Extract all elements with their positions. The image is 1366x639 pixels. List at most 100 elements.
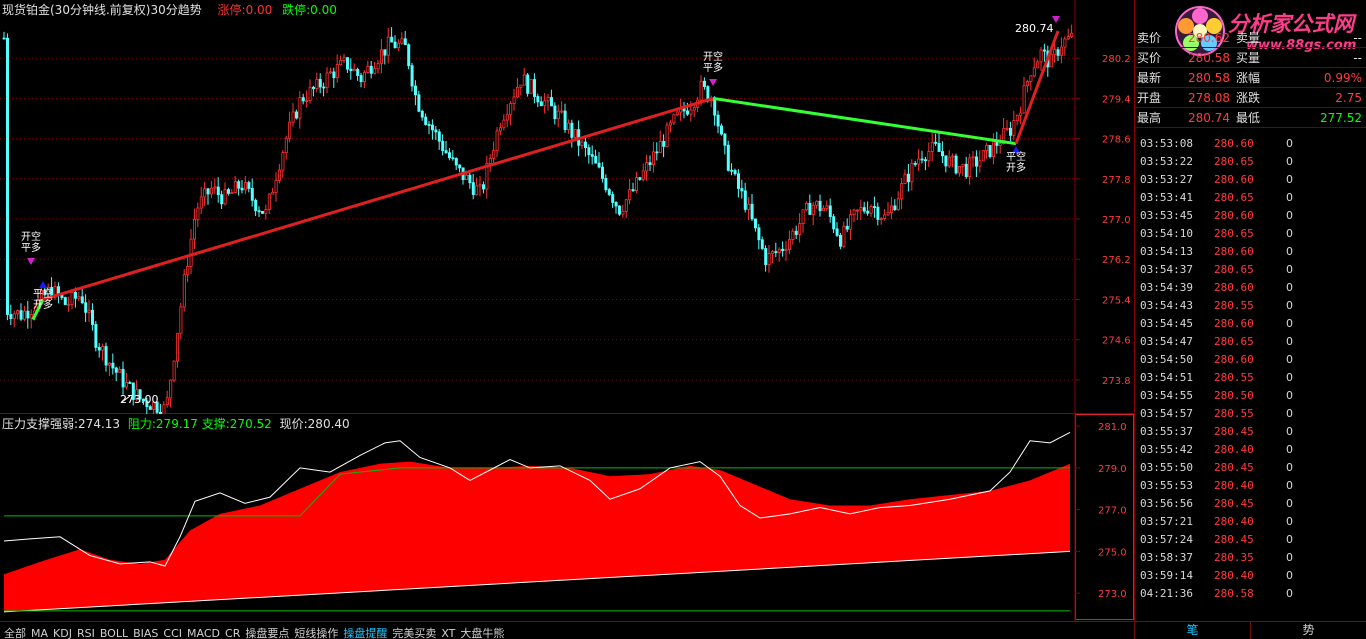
tick-price: 280.60 xyxy=(1214,353,1254,366)
candle-body xyxy=(213,186,217,189)
candle-body xyxy=(410,65,414,87)
candle-body xyxy=(964,163,968,177)
signal-down-icon xyxy=(709,79,717,86)
indicator-tab[interactable]: 完美买卖 xyxy=(390,626,439,639)
candle xyxy=(417,90,421,113)
candle-body xyxy=(604,177,608,191)
candle-body xyxy=(788,239,792,250)
candle-body xyxy=(526,74,530,94)
candle xyxy=(97,343,101,358)
candle xyxy=(301,93,305,105)
candle xyxy=(192,208,196,249)
tick-price: 280.45 xyxy=(1214,425,1254,438)
candle xyxy=(271,188,275,195)
tick-row: 03:58:37 280.35 0 xyxy=(1134,549,1366,567)
candle-body xyxy=(111,362,115,369)
candle xyxy=(128,380,132,384)
candle xyxy=(16,309,20,320)
candle-body xyxy=(172,360,176,381)
indicator-tab[interactable]: CCI xyxy=(161,626,185,639)
candle-body xyxy=(9,314,13,319)
indicator-tab[interactable]: MACD xyxy=(185,626,223,639)
indicator-tab[interactable]: CR xyxy=(223,626,243,639)
tick-row: 04:21:36 280.58 0 xyxy=(1134,585,1366,603)
candle-body xyxy=(108,362,112,366)
candle xyxy=(298,91,302,129)
candlestick-chart[interactable]: 280.2 279.4 278.6 277.8 277.0 276.2 275.4 274.6… xyxy=(0,0,1134,414)
candle-body xyxy=(913,163,917,165)
indicator-tab[interactable]: RSI xyxy=(75,626,98,639)
indicator-tab[interactable]: 操盘要点 xyxy=(243,626,292,639)
candle xyxy=(533,73,537,104)
indicator-tab[interactable]: 大盘牛熊 xyxy=(458,626,507,639)
candle-body xyxy=(675,111,679,116)
candle-body xyxy=(533,79,537,97)
indicator-tab[interactable]: KDJ xyxy=(51,626,75,639)
candle xyxy=(628,179,632,205)
candle xyxy=(788,230,792,255)
indicator-tick-label: 273.0 xyxy=(1098,589,1127,600)
candle-body xyxy=(94,324,98,348)
indicator-tab[interactable]: MA xyxy=(29,626,51,639)
candle xyxy=(379,39,383,74)
indicator-chart[interactable]: 281.0 279.0 277.0 275.0 273.0 xyxy=(0,414,1134,621)
tab-bi[interactable]: 笔 xyxy=(1134,622,1250,639)
indicator-tab[interactable]: XT xyxy=(439,626,458,639)
tick-row: 03:54:10 280.65 0 xyxy=(1134,225,1366,243)
candle-body xyxy=(638,177,642,180)
candle-body xyxy=(420,110,424,118)
candle xyxy=(975,150,979,178)
candle xyxy=(716,110,720,134)
candle xyxy=(856,209,860,220)
candle-body xyxy=(417,94,421,112)
indicator-tab[interactable]: 全部 xyxy=(2,626,29,639)
candle-body xyxy=(2,37,6,40)
candle xyxy=(495,127,499,158)
candle-body xyxy=(760,239,764,249)
candle-body xyxy=(570,122,574,138)
candle xyxy=(655,142,659,161)
candle-body xyxy=(223,189,227,205)
tick-price: 280.40 xyxy=(1214,479,1254,492)
candle xyxy=(669,119,673,133)
indicator-tab[interactable]: BIAS xyxy=(131,626,161,639)
candle-body xyxy=(1049,53,1053,68)
candle-body xyxy=(26,310,30,319)
candle xyxy=(444,141,448,154)
tick-volume: 0 xyxy=(1286,425,1293,438)
candle-body xyxy=(434,129,438,133)
candle xyxy=(740,179,744,199)
candle xyxy=(342,53,346,64)
candle xyxy=(203,181,207,207)
candle xyxy=(522,67,526,86)
candle xyxy=(502,114,506,131)
candle xyxy=(822,205,826,212)
candle xyxy=(614,201,618,214)
candle xyxy=(672,113,676,126)
candle-body xyxy=(900,183,904,200)
indicator-tab[interactable]: BOLL xyxy=(98,626,131,639)
candle-body xyxy=(430,124,434,131)
candle xyxy=(815,200,819,209)
candle xyxy=(913,160,917,167)
quote-label: 卖量 xyxy=(1236,31,1261,45)
candle xyxy=(1019,106,1023,125)
candle-body xyxy=(740,188,744,192)
indicator-tab[interactable]: 短线操作 xyxy=(292,626,341,639)
candle xyxy=(835,222,839,237)
candle xyxy=(621,204,625,218)
candle-body xyxy=(723,133,727,146)
candle-body xyxy=(1026,81,1030,87)
tab-shi[interactable]: 势 xyxy=(1250,622,1366,639)
quote-value: 280.74 xyxy=(1188,111,1230,125)
candle xyxy=(682,101,686,119)
tick-price: 280.60 xyxy=(1214,317,1254,330)
indicator-tab[interactable]: 操盘提醒 xyxy=(341,626,390,639)
candle xyxy=(512,88,516,111)
quote-value: 2.75 xyxy=(1335,91,1362,105)
tick-price: 280.65 xyxy=(1214,263,1254,276)
candle-body xyxy=(376,62,380,70)
candle xyxy=(618,205,622,216)
candle xyxy=(19,303,23,321)
candle xyxy=(570,119,574,148)
